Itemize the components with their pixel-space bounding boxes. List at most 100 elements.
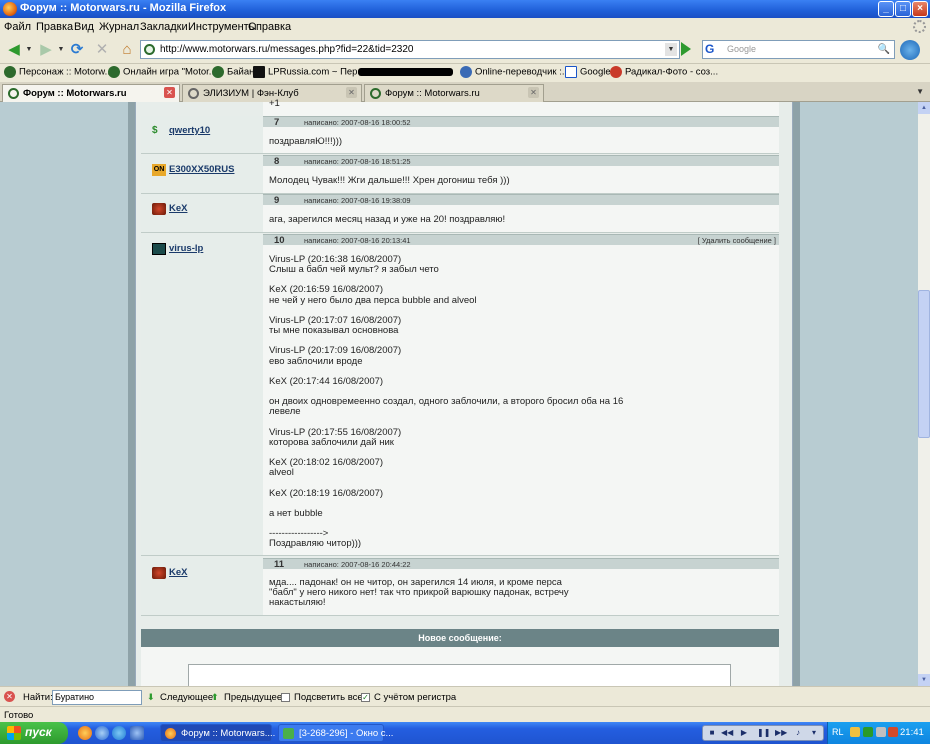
menu-view[interactable]: Вид bbox=[74, 21, 94, 33]
media-menu-icon[interactable]: ▾ bbox=[809, 728, 819, 738]
bookmark-item[interactable]: LPRussia.com ~ Пере... bbox=[253, 66, 371, 81]
user-avatar-icon bbox=[152, 203, 166, 215]
post-text: ага, зарегился месяц назад и уже на 20! … bbox=[269, 214, 506, 225]
ie-quicklaunch-icon[interactable] bbox=[95, 726, 109, 740]
username-link[interactable]: virus-lp bbox=[169, 243, 203, 254]
media-volume-icon[interactable]: ♪ bbox=[793, 728, 803, 738]
menu-history[interactable]: Журнал bbox=[99, 21, 139, 33]
post-date: написано: 2007-08-16 20:44:22 bbox=[304, 560, 411, 569]
status-bar: Готово bbox=[0, 706, 930, 722]
username-link[interactable]: KeX bbox=[169, 567, 187, 578]
bookmark-favicon-icon bbox=[253, 66, 265, 78]
bookmark-item[interactable]: Google bbox=[565, 66, 611, 81]
find-input[interactable]: Буратино bbox=[52, 690, 142, 705]
menu-help[interactable]: Справка bbox=[248, 21, 291, 33]
search-icon[interactable]: 🔍 bbox=[877, 43, 891, 57]
close-find-icon[interactable]: ✕ bbox=[4, 691, 15, 702]
url-dropdown-icon[interactable]: ▼ bbox=[665, 43, 677, 56]
firefox-icon bbox=[3, 2, 17, 16]
checkbox-checked-icon: ✓ bbox=[361, 692, 370, 702]
menu-tools[interactable]: Инструменты bbox=[188, 21, 257, 33]
media-prev-icon[interactable]: ◀◀ bbox=[721, 728, 733, 738]
close-button[interactable]: × bbox=[912, 1, 928, 17]
desktop-quicklaunch-icon[interactable] bbox=[130, 726, 144, 740]
menu-bookmarks[interactable]: Закладки bbox=[140, 21, 188, 33]
url-text[interactable]: http://www.motorwars.ru/messages.php?fid… bbox=[160, 44, 413, 55]
tray-icon[interactable] bbox=[888, 727, 898, 737]
reload-button[interactable]: ⟳ bbox=[67, 40, 87, 60]
tab-forum[interactable]: Форум :: Motorwars.ru ✕ bbox=[2, 84, 180, 102]
tab-label: ЭЛИЗИУМ | Фэн-Клуб bbox=[203, 88, 299, 99]
post-text: Молодец Чувак!!! Жги дальше!!! Хрен дого… bbox=[269, 175, 510, 186]
tray-icon[interactable] bbox=[876, 727, 886, 737]
ie2-quicklaunch-icon[interactable] bbox=[112, 726, 126, 740]
tray-icon[interactable] bbox=[850, 727, 860, 737]
tab-label: Форум :: Motorwars.ru bbox=[385, 88, 480, 99]
username-link[interactable]: KeX bbox=[169, 203, 187, 214]
scroll-thumb[interactable] bbox=[918, 290, 930, 438]
firefox-icon bbox=[165, 728, 176, 739]
tab-close-icon[interactable]: ✕ bbox=[164, 87, 175, 98]
forward-button[interactable]: ▶ bbox=[36, 40, 56, 60]
media-play-icon[interactable]: ▶ bbox=[739, 728, 749, 738]
find-previous-button[interactable]: ⬆ Предыдущее bbox=[211, 692, 282, 703]
tray-icon[interactable] bbox=[863, 727, 873, 737]
bookmark-item[interactable]: Персонаж :: Motorw... bbox=[4, 66, 113, 81]
window-title: Форум :: Motorwars.ru - Mozilla Firefox bbox=[20, 2, 227, 14]
username-link[interactable]: E300XX50RUS bbox=[169, 164, 234, 175]
minimize-button[interactable]: _ bbox=[878, 1, 894, 17]
media-next-icon[interactable]: ▶▶ bbox=[775, 728, 787, 738]
user-rank-icon: $ bbox=[152, 125, 158, 136]
delete-post-link[interactable]: [ Удалить сообщение ] bbox=[698, 236, 776, 245]
task-chat-window[interactable]: [3-268-296] - Окно с... bbox=[278, 724, 393, 742]
media-stop-icon[interactable]: ■ bbox=[707, 728, 717, 738]
scroll-up-icon[interactable]: ▲ bbox=[918, 102, 930, 114]
search-box[interactable]: G Google 🔍 bbox=[702, 40, 895, 59]
bookmark-favicon-icon bbox=[610, 66, 622, 78]
bookmark-item[interactable]: Радикал-Фото - соз... bbox=[610, 66, 718, 81]
bookmark-favicon-icon bbox=[4, 66, 16, 78]
menu-edit[interactable]: Правка bbox=[36, 21, 73, 33]
scroll-down-icon[interactable]: ▼ bbox=[918, 674, 930, 686]
home-button[interactable]: ⌂ bbox=[117, 40, 137, 60]
language-indicator[interactable]: RL bbox=[832, 727, 844, 737]
bookmark-favicon-icon bbox=[460, 66, 472, 78]
find-bar: ✕ Найти: Буратино ⬇ Следующее ⬆ Предыдущее… bbox=[0, 686, 930, 706]
start-button[interactable]: пуск bbox=[0, 722, 68, 744]
tab-list-icon[interactable]: ▼ bbox=[916, 87, 924, 96]
username-link[interactable]: qwerty10 bbox=[169, 125, 210, 136]
bookmark-item[interactable]: Байан bbox=[212, 66, 254, 81]
bookmark-item[interactable]: Online-переводчик :... bbox=[460, 66, 570, 81]
forward-dropdown-icon[interactable]: ▼ bbox=[56, 40, 66, 60]
menu-file[interactable]: Файл bbox=[4, 21, 31, 33]
task-firefox[interactable]: Форум :: Motorwars.... bbox=[160, 724, 275, 742]
tab-close-icon[interactable]: ✕ bbox=[346, 87, 357, 98]
tab-forum-2[interactable]: Форум :: Motorwars.ru ✕ bbox=[364, 84, 544, 102]
arrow-down-icon: ⬇ bbox=[147, 692, 155, 702]
firefox-quicklaunch-icon[interactable] bbox=[78, 726, 92, 740]
search-engine-icon[interactable]: G bbox=[705, 42, 720, 57]
find-label: Найти: bbox=[23, 692, 53, 703]
tab-bar: Форум :: Motorwars.ru ✕ ЭЛИЗИУМ | Фэн-Кл… bbox=[0, 82, 930, 102]
addon-icon[interactable] bbox=[900, 40, 920, 60]
maximize-button[interactable]: □ bbox=[895, 1, 911, 17]
search-placeholder[interactable]: Google bbox=[727, 44, 756, 54]
match-case-checkbox[interactable]: ✓ С учётом регистра bbox=[361, 692, 456, 703]
url-bar[interactable]: http://www.motorwars.ru/messages.php?fid… bbox=[140, 40, 680, 59]
highlight-all-button[interactable]: Подсветить все bbox=[281, 692, 363, 703]
post-text: мда.... падонак! он не читор, он зарегил… bbox=[269, 577, 569, 609]
media-pause-icon[interactable]: ❚❚ bbox=[757, 728, 770, 738]
back-dropdown-icon[interactable]: ▼ bbox=[24, 40, 34, 60]
media-player-bar: ■ ◀◀ ▶ ❚❚ ▶▶ ♪ ▾ bbox=[702, 725, 824, 741]
post-fragment-text: +1 bbox=[269, 98, 280, 109]
page-scrollbar[interactable]: ▲ ▼ bbox=[918, 102, 930, 686]
back-button[interactable]: ◀ bbox=[4, 40, 24, 60]
bookmark-item[interactable]: Онлайн игра "Motor... bbox=[108, 66, 217, 81]
post-header: 10 написано: 2007-08-16 20:13:41 [ Удали… bbox=[263, 234, 779, 246]
arrow-up-icon: ⬆ bbox=[211, 692, 219, 702]
stop-button[interactable]: ✕ bbox=[92, 40, 112, 60]
tab-close-icon[interactable]: ✕ bbox=[528, 87, 539, 98]
go-button[interactable] bbox=[681, 42, 691, 56]
tab-favicon-icon bbox=[370, 88, 381, 99]
find-next-button[interactable]: ⬇ Следующее bbox=[147, 692, 213, 703]
